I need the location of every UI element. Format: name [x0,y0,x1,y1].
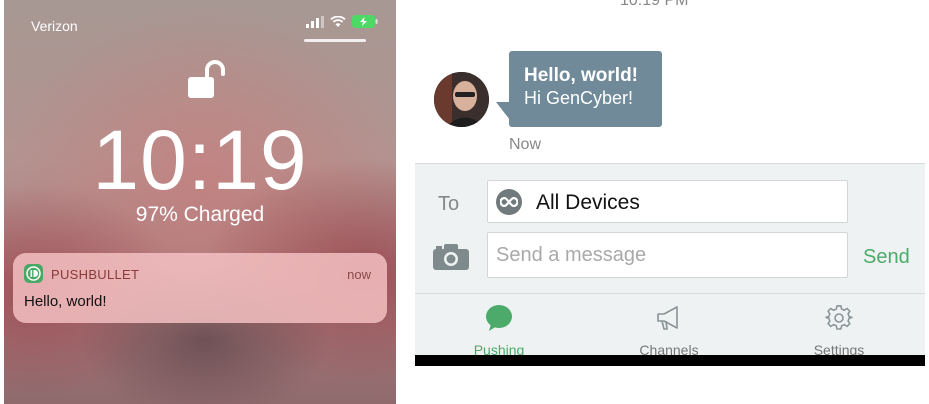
bubble-tail [496,102,510,120]
recipient-selector[interactable]: All Devices [487,180,848,223]
tab-bar: Pushing Channels Settings [415,293,925,358]
bottom-black-bar [415,355,925,366]
chat-time-header: 10:19 PM [620,0,689,9]
wifi-icon [330,15,346,33]
notification-app-name: PUSHBULLET [51,267,140,282]
notification-time: now [347,267,371,282]
message-body: Hi GenCyber! [524,88,634,108]
battery-charging-icon [352,15,378,33]
gear-icon [779,304,899,334]
lock-clock: 10:19 [92,113,308,207]
status-bar-icons [306,15,378,33]
chat-bubble-icon [439,304,559,334]
send-button[interactable]: Send [863,246,910,269]
message-title: Hello, world! [524,65,638,86]
tab-channels[interactable]: Channels [609,294,729,358]
message-bubble[interactable]: Hello, world! Hi GenCyber! [509,51,662,127]
compose-panel: To All Devices Send [415,163,925,293]
tab-pushing[interactable]: Pushing [439,294,559,358]
message-timestamp: Now [509,136,542,153]
megaphone-icon [609,304,729,334]
recipient-value: All Devices [536,191,640,214]
notification-center-indicator[interactable] [304,39,366,42]
charge-status: 97% Charged [135,203,265,226]
signal-icon [306,15,324,33]
to-label: To [438,193,460,215]
pushbullet-notification[interactable]: PUSHBULLET now Hello, world! [13,253,387,323]
avatar[interactable] [434,72,489,127]
lock-screen: Verizon 10:19 97% Charged PUSHBULLET now… [4,0,396,404]
notification-message: Hello, world! [24,293,107,310]
all-devices-icon [496,189,522,215]
tab-settings[interactable]: Settings [779,294,899,358]
pushbullet-chat-screen: 10:19 PM Hello, world! Hi GenCyber! Now … [415,0,925,366]
message-input[interactable] [487,232,848,278]
camera-icon[interactable] [433,244,469,275]
carrier-name: Verizon [31,18,78,34]
pushbullet-app-icon [24,264,43,283]
unlocked-padlock-icon [185,58,227,105]
